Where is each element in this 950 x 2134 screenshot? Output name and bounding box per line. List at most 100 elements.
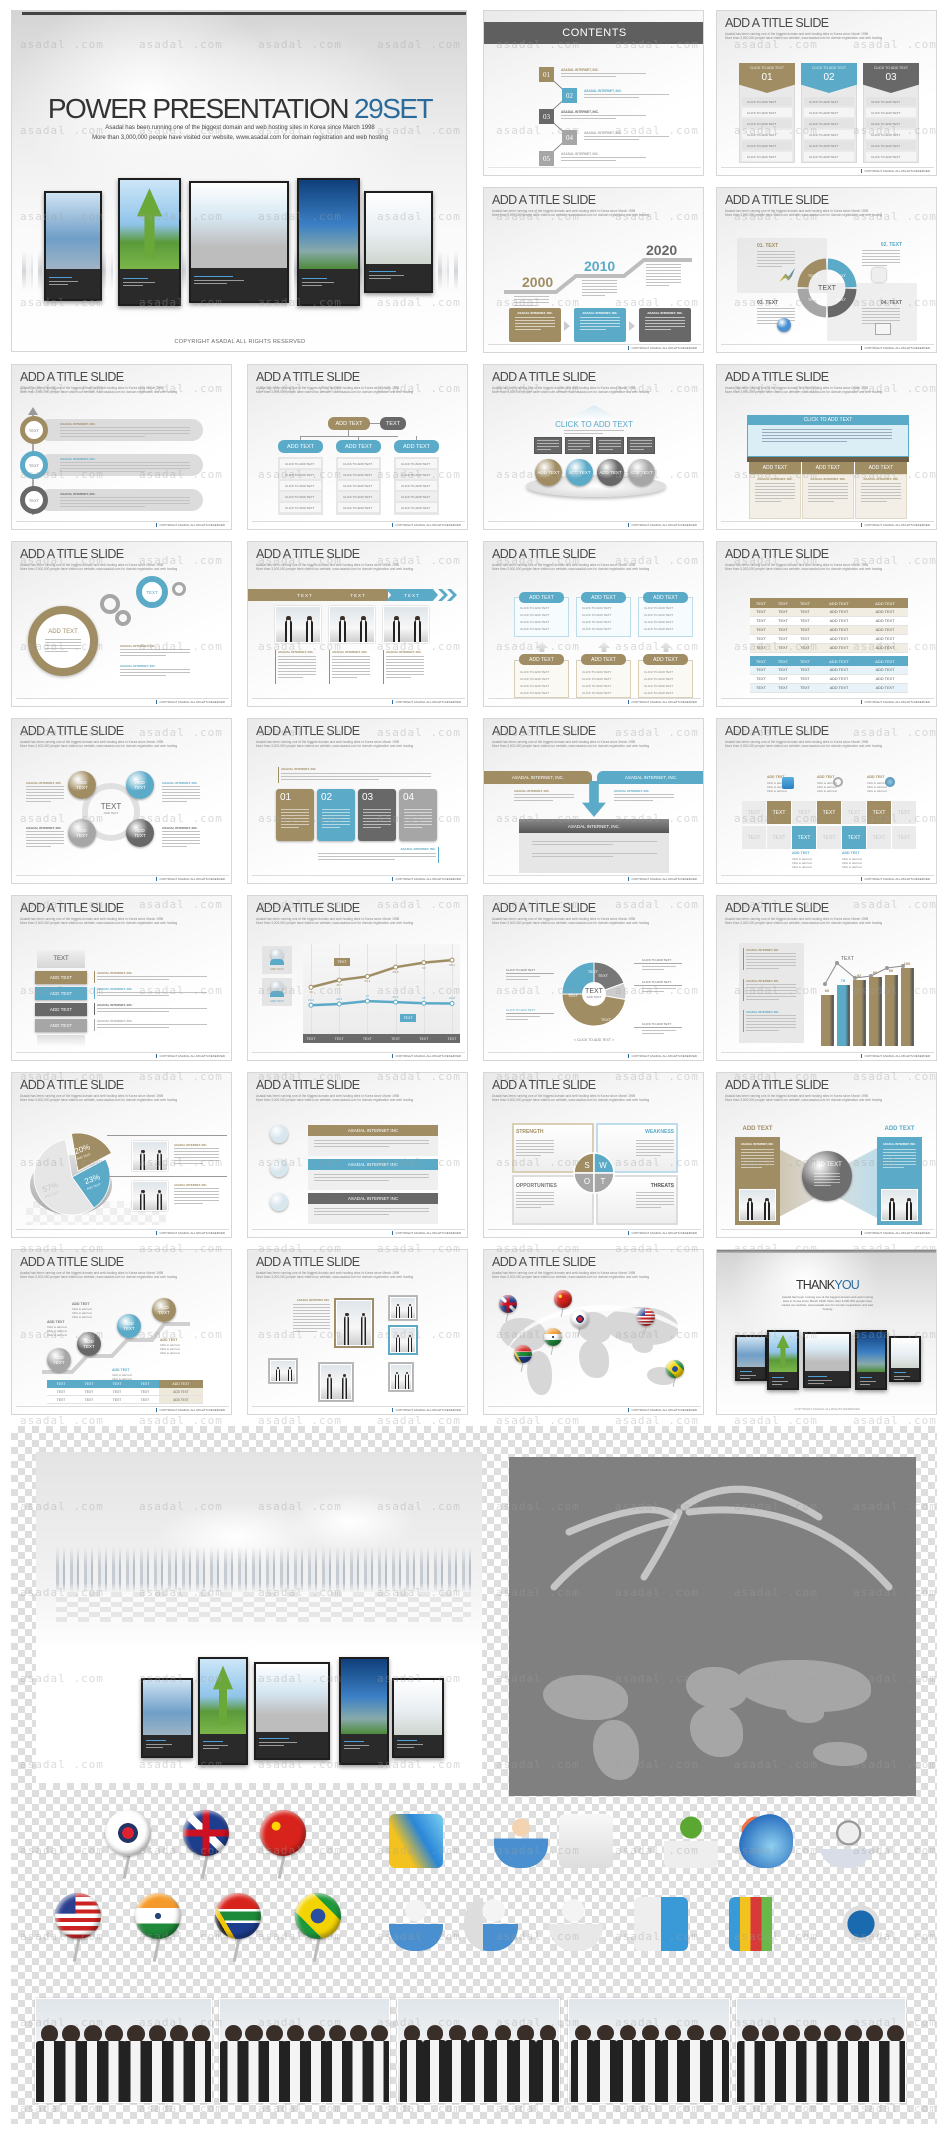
text-line xyxy=(146,1744,172,1745)
slide-thumbnail-columns3[interactable]: ADD A TITLE SLIDE Asadal has been running… xyxy=(716,10,937,176)
cover-slide[interactable]: POWER PRESENTATION 29SET Asadal has been r… xyxy=(11,10,467,352)
text-line xyxy=(97,992,207,993)
text-line xyxy=(26,801,51,802)
slide-thumbnail-bars3[interactable]: ADD A TITLE SLIDE Asadal has been running… xyxy=(247,1072,468,1238)
business-photo xyxy=(390,1297,416,1319)
person-body xyxy=(393,620,400,642)
copyright-text: COPYRIGHT ASADAL ALL RIGHTS RESERVED xyxy=(794,1407,860,1411)
top-border xyxy=(717,1250,936,1253)
text-line xyxy=(293,1313,330,1314)
org-row: CLICK TO ADD TEXT xyxy=(396,470,437,479)
slide-thumbnail-vcircles[interactable]: ADD A TITLE SLIDE Asadal has been running… xyxy=(11,364,232,530)
text-line xyxy=(630,446,652,447)
slide-thumbnail-boxes6[interactable]: ADD A TITLE SLIDE Asadal has been running… xyxy=(483,541,704,707)
text-line xyxy=(120,672,190,673)
table-header-cell: TEXT xyxy=(772,656,794,666)
person-head xyxy=(328,2025,346,2043)
org-row: CLICK TO ADD TEXT xyxy=(396,503,437,512)
grid-cell: TEXT xyxy=(767,801,791,824)
slide-thumbnail-donut[interactable]: ADD A TITLE SLIDE Asadal has been running… xyxy=(483,895,704,1061)
text-line xyxy=(162,789,200,790)
text-line xyxy=(814,1176,840,1177)
text-line xyxy=(404,821,432,822)
slide-thumbnail-steps4[interactable]: ADD A TITLE SLIDE Asadal has been running… xyxy=(247,718,468,884)
text-line xyxy=(755,498,795,499)
leader-line xyxy=(107,1135,227,1136)
slide-thumbnail-stack[interactable]: ADD A TITLE SLIDE Asadal has been running… xyxy=(11,895,232,1061)
step-sublabel: Click to add text xyxy=(112,1373,132,1377)
text-line xyxy=(561,73,646,74)
colleagues-globe-photo xyxy=(397,1998,560,2103)
table-header-cell: TEXT xyxy=(75,1380,103,1388)
slide-thumbnail-cycle[interactable]: ADD A TITLE SLIDE Asadal has been running… xyxy=(716,187,937,353)
slide-thumbnail-rings[interactable]: ADD A TITLE SLIDE Asadal has been running… xyxy=(11,541,232,707)
timeline-box-title: ASADAL INTERNET, INC. xyxy=(517,311,553,315)
slide-thumbnail-swot[interactable]: ADD A TITLE SLIDE Asadal has been running… xyxy=(483,1072,704,1238)
text-line xyxy=(26,831,64,832)
grid-label: ADD TEXT xyxy=(842,851,860,855)
text-line xyxy=(584,94,669,95)
screen-image xyxy=(341,1659,387,1734)
slide-thumbnail-contents[interactable]: CONTENTS 01 ASADAL INTERNET, INC. 02 ASADAL … xyxy=(483,10,704,176)
slide-thumbnail-spheres[interactable]: ADD A TITLE SLIDE Asadal has been running… xyxy=(483,364,704,530)
text-line xyxy=(860,1384,870,1385)
click-to-add-text: CLICK TO ADD TEXT xyxy=(555,419,633,429)
swot-letter: T xyxy=(600,1176,606,1186)
step-number: 02 xyxy=(321,792,333,803)
slide-thumbnail-tables[interactable]: ADD A TITLE SLIDE Asadal has been running… xyxy=(716,541,937,707)
accent-bar xyxy=(329,650,330,684)
calendar-icon xyxy=(875,323,891,335)
text-line xyxy=(293,1304,330,1305)
column-row: CLICK TO ADD TEXT xyxy=(804,141,854,150)
icon-body xyxy=(270,959,284,965)
text-line xyxy=(278,665,316,666)
table-header-cell: TEXT xyxy=(794,598,816,608)
slide-thumbnail-arrowphotos[interactable]: ADD A TITLE SLIDE Asadal has been running… xyxy=(247,541,468,707)
text-line xyxy=(120,649,190,650)
slide-thumbnail-collage[interactable]: ADD A TITLE SLIDE Asadal has been running… xyxy=(247,1249,468,1415)
slide-thumbnail-pie[interactable]: ADD A TITLE SLIDE Asadal has been running… xyxy=(11,1072,232,1238)
slide-thumbnail-grid[interactable]: ADD A TITLE SLIDE Asadal has been running… xyxy=(716,718,937,884)
sphere-label: ADD TEXT xyxy=(53,1355,65,1365)
screen-caption xyxy=(394,1735,442,1756)
slide-thumbnail-thankyou[interactable]: THANKYOU Asadal has been running one of t… xyxy=(716,1249,937,1415)
data-label: 24.8 xyxy=(449,996,455,1001)
column-row: CLICK TO ADD TEXT xyxy=(742,108,792,117)
photo-frame xyxy=(388,1325,418,1355)
slide-thumbnail-org[interactable]: ADD A TITLE SLIDE Asadal has been running… xyxy=(247,364,468,530)
text-line xyxy=(599,446,621,447)
data-label: 58.8 xyxy=(392,970,399,975)
slide-thumbnail-worldmap[interactable]: ADD A TITLE SLIDE Asadal has been running… xyxy=(483,1249,704,1415)
slide-thumbnail-barchart[interactable]: ADD A TITLE SLIDE Asadal has been running… xyxy=(716,895,937,1061)
text-line xyxy=(883,1149,916,1150)
cover-subtitle: More than 3,000,000 people have visited … xyxy=(92,135,388,141)
display-panel xyxy=(141,1678,193,1758)
slide-thumbnail-banner3[interactable]: ADD A TITLE SLIDE Asadal has been running… xyxy=(716,364,937,530)
person-body xyxy=(445,2040,469,2102)
slide-thumbnail-timeline[interactable]: ADD A TITLE SLIDE Asadal has been running… xyxy=(483,187,704,353)
slide-thumbnail-arrows2[interactable]: ADD A TITLE SLIDE Asadal has been running… xyxy=(483,718,704,884)
slide-thumbnail-hourglass[interactable]: ADD A TITLE SLIDE Asadal has been running… xyxy=(716,1072,937,1238)
timeline-year: 2010 xyxy=(584,258,616,274)
box-row: CLICK TO ADD TEXT xyxy=(520,613,550,617)
person-head xyxy=(803,2025,821,2043)
trend-point xyxy=(823,982,827,986)
text-line xyxy=(45,648,81,649)
text-line xyxy=(123,282,155,283)
circle-node-label: ADD TEXT xyxy=(76,780,88,790)
text-line xyxy=(514,299,549,300)
text-line xyxy=(404,812,432,813)
box-row: CLICK TO ADD TEXT xyxy=(520,606,550,610)
text-line xyxy=(757,263,795,264)
table-cell: TEXT xyxy=(772,684,794,693)
slide-thumbnail-stairs[interactable]: ADD A TITLE SLIDE Asadal has been running… xyxy=(11,1249,232,1415)
business-photo xyxy=(390,1364,412,1390)
slide-thumbnail-quad[interactable]: ADD A TITLE SLIDE Asadal has been running… xyxy=(11,718,232,884)
person-head xyxy=(762,2025,780,2043)
step-sublabel: Click to add text xyxy=(47,1329,67,1333)
text-line xyxy=(386,662,424,663)
footer-line xyxy=(488,875,701,876)
step-box: 03 xyxy=(358,789,396,841)
slide-thumbnail-linechart[interactable]: ADD A TITLE SLIDE Asadal has been running… xyxy=(247,895,468,1061)
text-line xyxy=(883,1158,916,1159)
